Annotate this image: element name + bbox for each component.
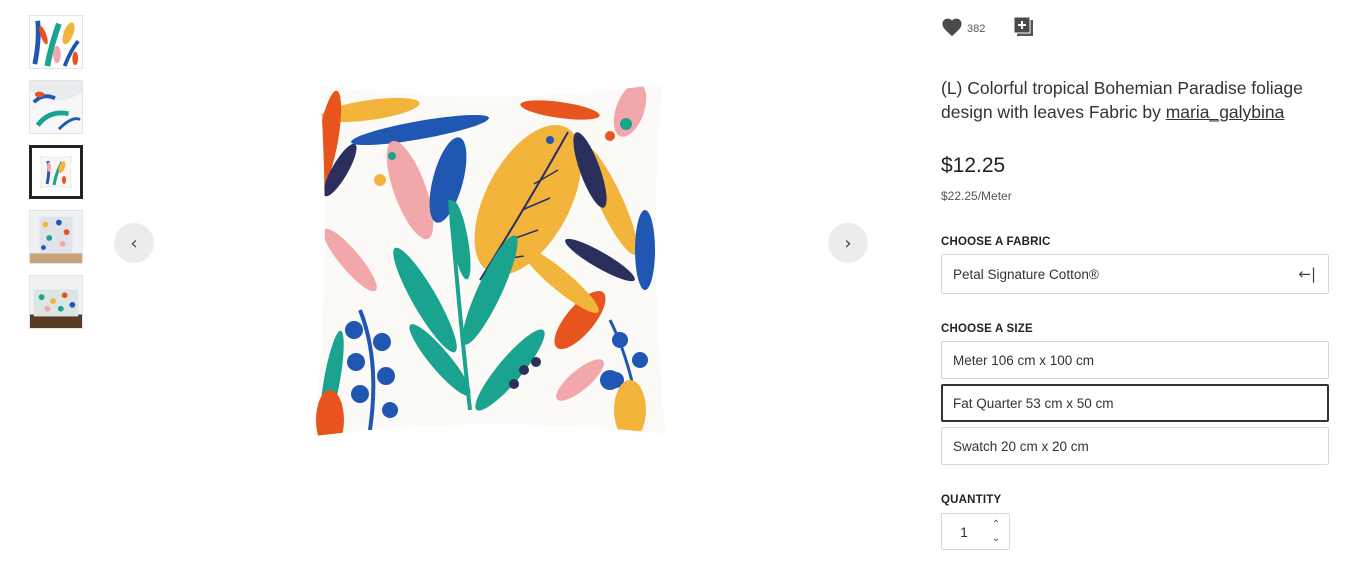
chevron-left-icon: ‹ bbox=[130, 232, 138, 254]
fabric-drape-image bbox=[30, 81, 82, 133]
thumbnail-curtain[interactable] bbox=[29, 210, 83, 264]
size-option-label: Swatch 20 cm x 20 cm bbox=[953, 438, 1089, 454]
fabric-selected-value: Petal Signature Cotton® bbox=[953, 266, 1099, 282]
product-price: $12.25 bbox=[941, 154, 1006, 177]
size-option-fat-quarter[interactable]: Fat Quarter 53 cm x 50 cm bbox=[941, 384, 1329, 422]
add-to-collection-button[interactable] bbox=[1013, 16, 1035, 38]
size-option-label: Meter 106 cm x 100 cm bbox=[953, 352, 1095, 368]
arrow-left-icon: ←| bbox=[1298, 265, 1316, 283]
fabric-pattern-image bbox=[30, 16, 82, 68]
favorite-button[interactable]: 382 bbox=[941, 17, 985, 37]
pillow-image bbox=[32, 148, 80, 196]
fabric-select[interactable]: Petal Signature Cotton® ←| bbox=[941, 254, 1329, 294]
thumbnail-pillow[interactable] bbox=[29, 145, 83, 199]
thumbnail-bedding[interactable] bbox=[29, 275, 83, 329]
quantity-label: QUANTITY bbox=[941, 494, 1002, 506]
choose-size-label: CHOOSE A SIZE bbox=[941, 323, 1033, 335]
chevron-up-icon[interactable]: ⌃ bbox=[992, 518, 1000, 532]
add-to-collection-icon bbox=[1013, 16, 1034, 36]
product-actions: 382 bbox=[941, 16, 1035, 38]
quantity-arrows: ⌃ ⌄ bbox=[986, 518, 1006, 546]
size-option-meter[interactable]: Meter 106 cm x 100 cm bbox=[941, 341, 1329, 379]
chevron-down-icon[interactable]: ⌄ bbox=[992, 532, 1000, 546]
product-title: (L) Colorful tropical Bohemian Paradise … bbox=[941, 76, 1321, 124]
chevron-right-icon: › bbox=[844, 232, 852, 254]
designer-link[interactable]: maria_galybina bbox=[1166, 102, 1285, 122]
thumbnail-fabric-swatch[interactable] bbox=[29, 15, 83, 69]
size-option-swatch[interactable]: Swatch 20 cm x 20 cm bbox=[941, 427, 1329, 465]
size-option-label: Fat Quarter 53 cm x 50 cm bbox=[953, 395, 1114, 411]
unit-price: $22.25/Meter bbox=[941, 189, 1012, 203]
thumbnail-fabric-drape[interactable] bbox=[29, 80, 83, 134]
previous-image-button[interactable]: ‹ bbox=[114, 223, 154, 263]
heart-icon bbox=[942, 18, 962, 37]
main-image-stage: ‹ › bbox=[110, 0, 870, 500]
bedding-image bbox=[30, 276, 82, 328]
thumbnail-list bbox=[29, 15, 85, 340]
quantity-input[interactable] bbox=[942, 523, 986, 540]
curtain-image bbox=[30, 211, 82, 263]
quantity-stepper: ⌃ ⌄ bbox=[941, 513, 1010, 550]
next-image-button[interactable]: › bbox=[828, 223, 868, 263]
choose-fabric-label: CHOOSE A FABRIC bbox=[941, 236, 1051, 248]
pillow-product-image bbox=[314, 84, 666, 436]
favorites-count: 382 bbox=[967, 23, 986, 35]
